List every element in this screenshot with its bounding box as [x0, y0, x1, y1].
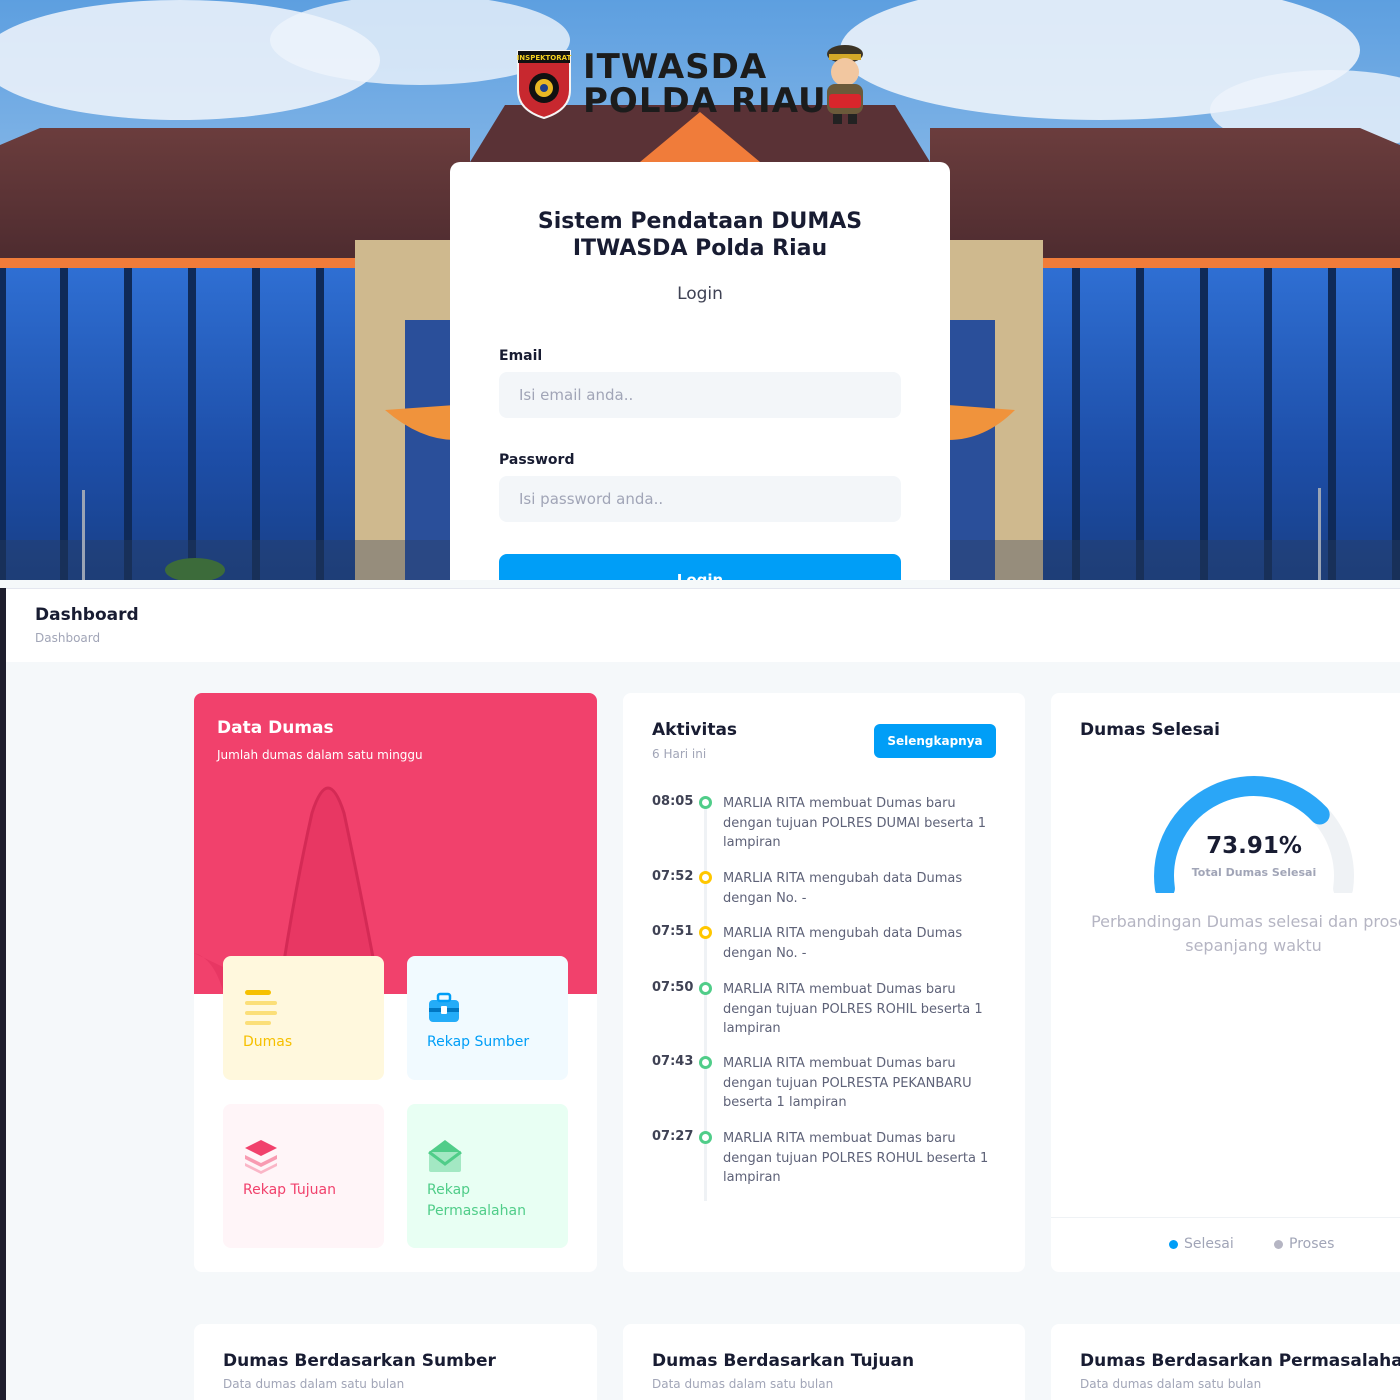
legend-selesai-label: Selesai	[1184, 1236, 1234, 1252]
gauge-value: 73.91%	[1206, 833, 1302, 859]
login-screenshot: INSPEKTORAT ITWASDA POLDA RIAU Sistem Pe…	[0, 0, 1400, 580]
itwasda-logo: INSPEKTORAT ITWASDA POLDA RIAU	[515, 44, 827, 124]
dashboard-header: Dashboard Dashboard	[6, 588, 1400, 662]
legend-dot-icon	[1274, 1239, 1283, 1249]
dumas-selesai-description: Perbandingan Dumas selesai dan proses se…	[1081, 910, 1400, 958]
status-dot-icon	[699, 982, 712, 995]
legend-proses-label: Proses	[1289, 1236, 1335, 1252]
timeline-text: MARLIA RITA membuat Dumas baru dengan tu…	[723, 796, 986, 850]
aktivitas-subtitle: 6 Hari ini	[652, 747, 707, 761]
inspektorat-badge-icon: INSPEKTORAT	[517, 50, 572, 120]
dumas-sumber-title: Dumas Berdasarkan Sumber	[223, 1351, 496, 1371]
sidebar-edge	[0, 588, 6, 1400]
timeline-time: 08:05	[652, 794, 694, 809]
tile-rekap-permasalahan-label: Rekap Permasalahan	[427, 1182, 526, 1219]
data-dumas-subtitle: Jumlah dumas dalam satu minggu	[217, 748, 423, 762]
tile-dumas-label: Dumas	[243, 1034, 293, 1050]
timeline-text: MARLIA RITA membuat Dumas baru dengan tu…	[723, 1131, 989, 1185]
timeline-time: 07:52	[652, 869, 694, 884]
data-dumas-card: Data Dumas Jumlah dumas dalam satu mingg…	[194, 693, 597, 1272]
timeline-time: 07:27	[652, 1129, 694, 1144]
tile-rekap-permasalahan[interactable]: Rekap Permasalahan	[407, 1104, 568, 1248]
login-title-line-1: Sistem Pendataan DUMAS	[537, 209, 863, 234]
timeline-time: 07:43	[652, 1054, 694, 1069]
status-dot-icon	[699, 871, 712, 884]
dumas-tujuan-title: Dumas Berdasarkan Tujuan	[652, 1351, 915, 1371]
list-icon	[245, 990, 277, 1025]
breadcrumb[interactable]: Dashboard	[35, 631, 1371, 645]
login-subtitle: Login	[677, 284, 723, 304]
logo-line-2: POLDA RIAU	[583, 81, 827, 121]
page-title: Dashboard	[35, 605, 139, 625]
legend-selesai[interactable]: Selesai	[1169, 1236, 1234, 1252]
timeline-text: MARLIA RITA mengubah data Dumas dengan N…	[723, 926, 963, 961]
tile-rekap-tujuan-label: Rekap Tujuan	[243, 1182, 337, 1198]
timeline-time: 07:50	[652, 980, 694, 995]
tile-rekap-sumber-label: Rekap Sumber	[427, 1034, 530, 1050]
tile-dumas[interactable]: Dumas	[223, 956, 384, 1080]
dumas-selesai-title: Dumas Selesai	[1080, 720, 1220, 740]
dumas-selesai-card: Dumas Selesai 73.91% Total Dumas Selesai…	[1051, 693, 1400, 1272]
status-dot-icon	[699, 1056, 712, 1069]
aktivitas-card: Aktivitas 6 Hari ini Selengkapnya 08:05 …	[623, 693, 1025, 1272]
status-dot-icon	[699, 926, 712, 939]
login-card: Sistem Pendataan DUMAS ITWASDA Polda Ria…	[450, 162, 950, 580]
login-button[interactable]: Login	[499, 554, 901, 580]
dashboard-screenshot: Dashboard Dashboard Data Dumas Jumlah du…	[0, 588, 1400, 1400]
legend-proses[interactable]: Proses	[1274, 1236, 1334, 1252]
selengkapnya-button[interactable]: Selengkapnya	[874, 724, 996, 758]
email-label: Email	[499, 348, 543, 364]
mail-open-icon	[428, 1140, 462, 1172]
status-dot-icon	[699, 1131, 712, 1144]
dumas-permasalahan-card: Dumas Berdasarkan Permasalahan Data duma…	[1051, 1324, 1400, 1400]
timeline-text: MARLIA RITA membuat Dumas baru dengan tu…	[723, 982, 983, 1036]
status-dot-icon	[699, 796, 712, 809]
tile-rekap-tujuan[interactable]: Rekap Tujuan	[223, 1104, 384, 1248]
dumas-selesai-description-text: Perbandingan Dumas selesai dan proses se…	[1091, 912, 1400, 955]
email-input[interactable]	[499, 372, 901, 418]
police-mascot-icon	[827, 45, 863, 124]
card-footer-divider	[1051, 1217, 1400, 1218]
password-label: Password	[499, 452, 575, 468]
data-dumas-title: Data Dumas	[217, 718, 334, 738]
aktivitas-title: Aktivitas	[652, 720, 738, 740]
legend-dot-icon	[1169, 1239, 1178, 1249]
dumas-sumber-card: Dumas Berdasarkan Sumber Data dumas dala…	[194, 1324, 597, 1400]
dumas-tujuan-subtitle: Data dumas dalam satu bulan	[652, 1377, 834, 1391]
login-title-line-2: ITWASDA Polda Riau	[572, 236, 828, 261]
timeline-time: 07:51	[652, 924, 694, 939]
briefcase-icon	[429, 992, 459, 1022]
dumas-permasalahan-title: Dumas Berdasarkan Permasalahan	[1080, 1351, 1400, 1371]
timeline-text: MARLIA RITA membuat Dumas baru dengan tu…	[723, 1056, 972, 1110]
login-title: Sistem Pendataan DUMAS ITWASDA Polda Ria…	[499, 208, 901, 262]
layers-icon	[245, 1140, 277, 1174]
data-dumas-banner: Data Dumas Jumlah dumas dalam satu mingg…	[194, 693, 597, 994]
svg-text:INSPEKTORAT: INSPEKTORAT	[517, 54, 572, 62]
dumas-permasalahan-subtitle: Data dumas dalam satu bulan	[1080, 1377, 1262, 1391]
email-field-group: Email	[499, 348, 901, 418]
dumas-tujuan-card: Dumas Berdasarkan Tujuan Data dumas dala…	[623, 1324, 1025, 1400]
timeline-text: MARLIA RITA mengubah data Dumas dengan N…	[723, 871, 963, 906]
gauge-value-label: Total Dumas Selesai	[1191, 866, 1317, 879]
dumas-sumber-subtitle: Data dumas dalam satu bulan	[223, 1377, 405, 1391]
password-input[interactable]	[499, 476, 901, 522]
password-field-group: Password	[499, 452, 901, 522]
tile-rekap-sumber[interactable]: Rekap Sumber	[407, 956, 568, 1080]
logo-line-1: ITWASDA	[583, 47, 768, 87]
